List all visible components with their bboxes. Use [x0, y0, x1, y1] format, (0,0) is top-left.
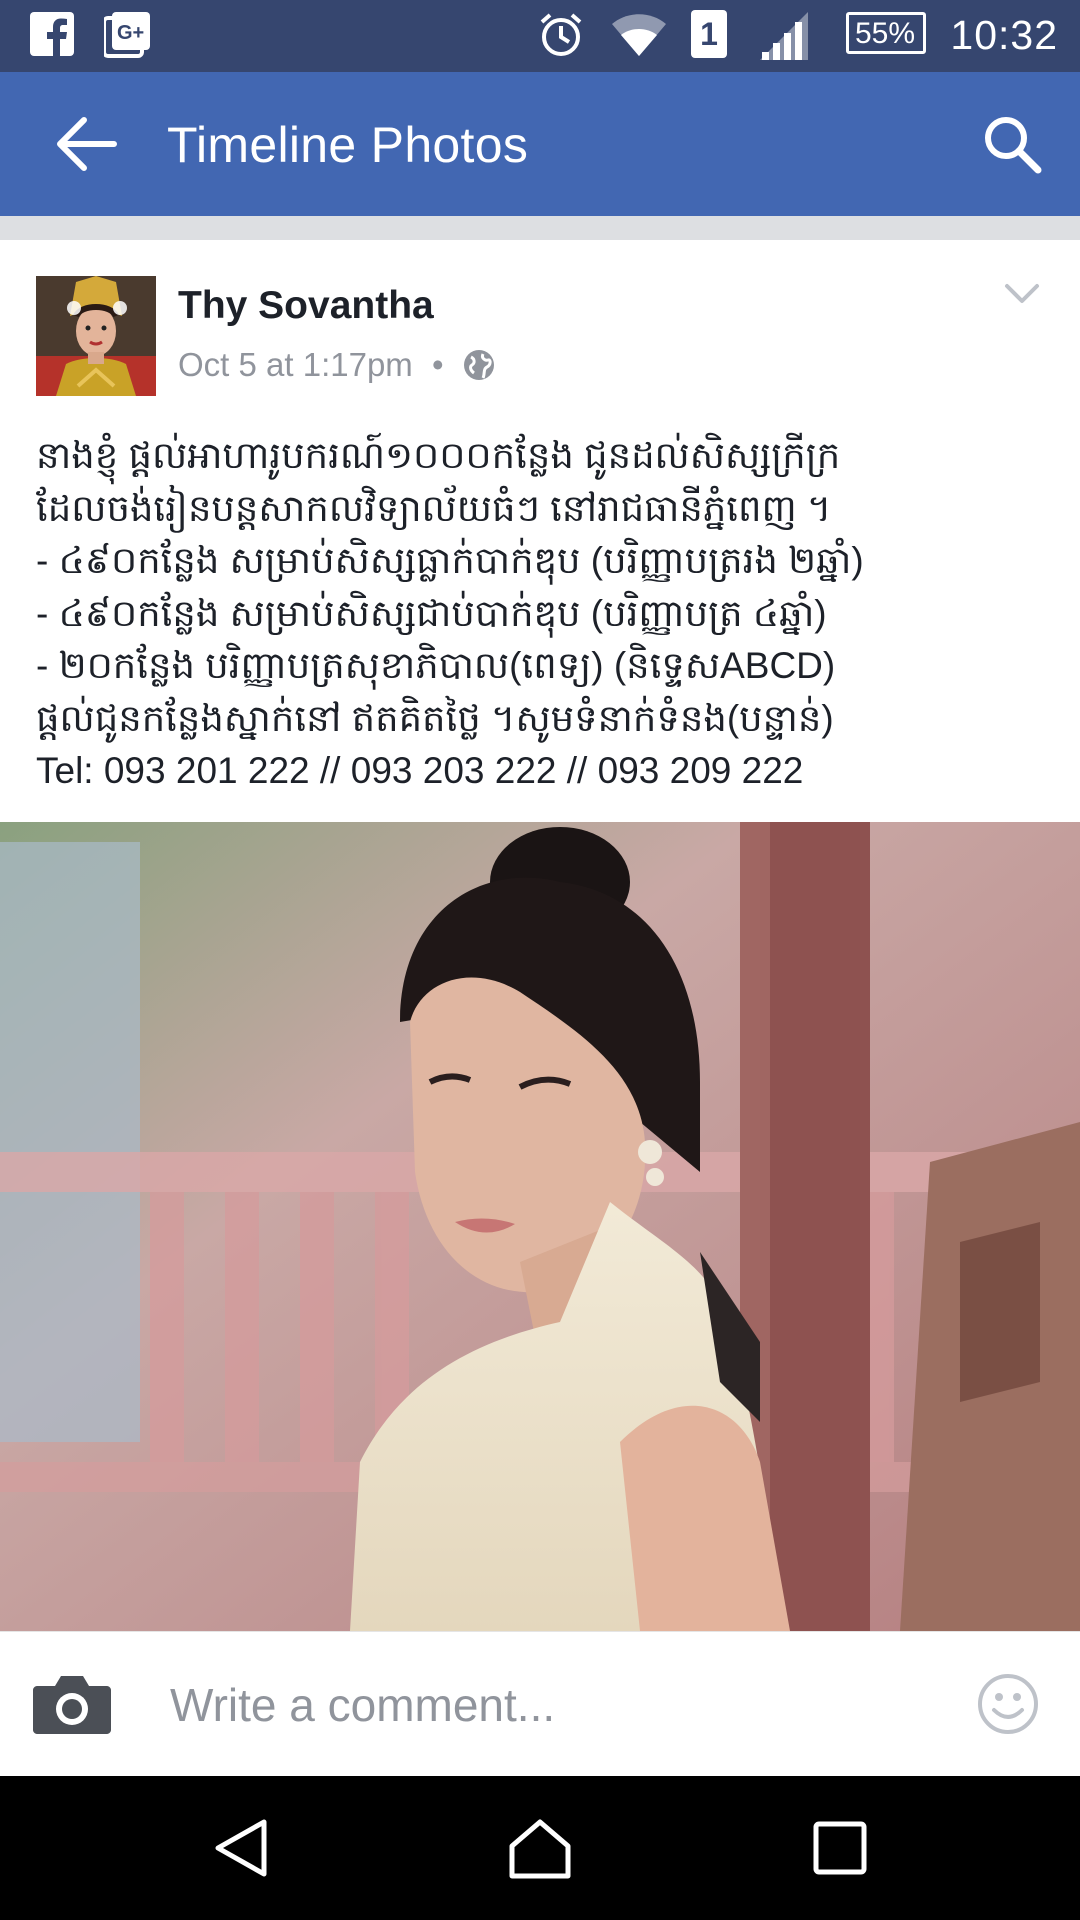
post-text-line: ដែលចង់រៀនបន្តសាកលវិទ្យាល័យធំៗ នៅរាជធានីភ… [36, 487, 832, 529]
avatar-image [36, 276, 156, 396]
comment-input[interactable] [168, 1674, 932, 1736]
post-text: នាងខ្ញុំ ផ្តល់អាហារូបករណ៍១០០០កន្លែង ជូនដ… [36, 430, 1046, 798]
chevron-down-icon[interactable] [1004, 282, 1040, 306]
post-text-line: - ៤៩០កន្លែង សម្រាប់សិស្សជាប់បាក់ឌុប (បរិ… [36, 592, 827, 634]
page-title: Timeline Photos [167, 117, 529, 173]
camera-icon[interactable] [33, 1672, 111, 1734]
status-bar: G+ 1 55% 10:32 [0, 0, 1080, 72]
status-time: 10:32 [950, 12, 1058, 58]
nav-home-icon[interactable] [508, 1816, 572, 1880]
facebook-icon [30, 12, 74, 56]
meta-separator: • [431, 346, 444, 383]
comment-bar [0, 1631, 1080, 1777]
photo-image [0, 822, 1080, 1631]
battery-percent: 55% [855, 17, 916, 50]
nav-recents-icon[interactable] [808, 1816, 872, 1880]
sim-icon: 1 [691, 10, 727, 58]
google-plus-icon: G+ [104, 12, 150, 58]
post-text-line: Tel: 093 201 222 // 093 203 222 // 093 2… [36, 750, 804, 791]
post-meta: Oct 5 at 1:17pm • [178, 346, 495, 384]
nav-back-icon[interactable] [210, 1816, 274, 1880]
post: Thy Sovantha Oct 5 at 1:17pm • នាងខ្ញុំ … [0, 240, 1080, 822]
system-nav-bar [0, 1776, 1080, 1920]
svg-text:G+: G+ [117, 22, 144, 44]
back-arrow-icon[interactable] [52, 114, 118, 174]
post-timestamp[interactable]: Oct 5 at 1:17pm [178, 346, 413, 383]
post-text-line: នាងខ្ញុំ ផ្តល់អាហារូបករណ៍១០០០កន្លែង ជូនដ… [36, 435, 841, 476]
sim-slot-number: 1 [700, 16, 718, 52]
section-divider [0, 216, 1080, 240]
author-name[interactable]: Thy Sovantha [178, 284, 434, 328]
alarm-icon [540, 13, 582, 56]
post-text-line: ផ្តល់ជូនកន្លែងស្នាក់នៅ ឥតគិតថ្លៃ ។សូមទំន… [36, 697, 834, 739]
post-text-line: - ៤៩០កន្លែង សម្រាប់សិស្សធ្លាក់បាក់ឌុប (ប… [36, 540, 864, 581]
battery-icon: 55% [846, 12, 926, 54]
smiley-icon[interactable] [976, 1672, 1040, 1736]
post-photo[interactable] [0, 822, 1080, 1631]
signal-icon [760, 12, 808, 60]
search-icon[interactable] [980, 112, 1044, 176]
wifi-icon [612, 14, 666, 56]
post-text-line: - ២០កន្លែង បរិញ្ញាបត្រសុខាភិបាល(ពេទ្យ) (… [36, 645, 836, 686]
app-bar: Timeline Photos [0, 72, 1080, 216]
avatar[interactable] [36, 276, 156, 396]
globe-icon [463, 350, 494, 380]
